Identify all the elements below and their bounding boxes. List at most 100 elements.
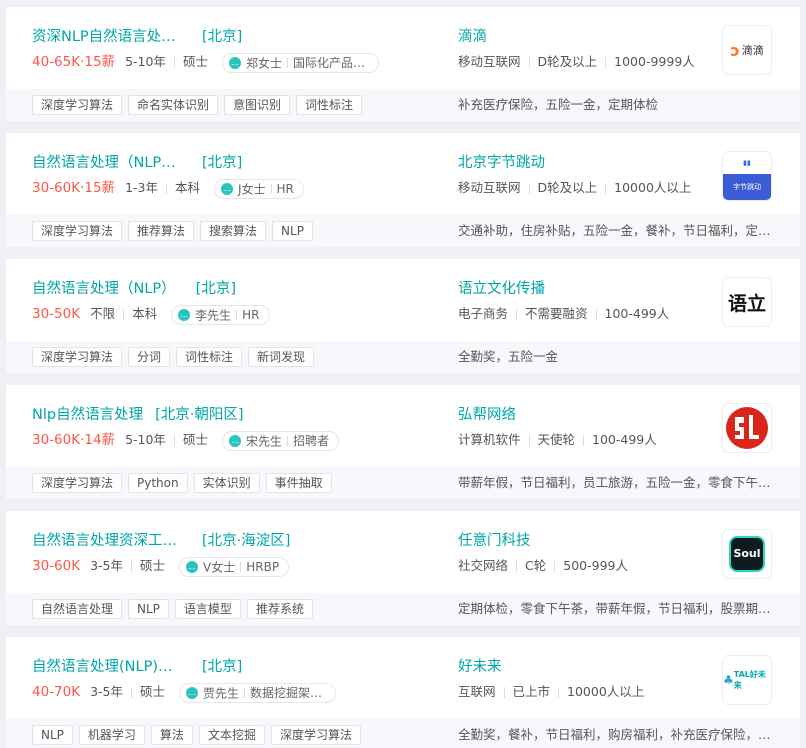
divider <box>123 309 125 320</box>
skill-tag: 机器学习 <box>78 725 145 745</box>
divider <box>236 310 238 320</box>
company-name[interactable]: 弘帮网络 <box>458 405 516 425</box>
company-name[interactable]: 好未来 <box>458 657 502 677</box>
skill-tag: 分词 <box>128 347 171 367</box>
recruiter-role: HR <box>242 308 260 322</box>
card-footer: 深度学习算法 命名实体识别 意图识别 词性标注 补充医疗保险，五险一金，定期体检 <box>6 89 800 121</box>
divider <box>605 57 607 68</box>
divider <box>605 183 607 194</box>
job-info: 30-60K·15薪 1-3年 本科 … J女士 HR <box>32 177 304 199</box>
job-title-row[interactable]: 资深NLP自然语言处理工程师 [北京] <box>32 27 242 47</box>
company-size: 100-499人 <box>604 306 670 321</box>
welfare-text: 补充医疗保险，五险一金，定期体检 <box>458 97 659 112</box>
skill-tag: 深度学习算法 <box>32 95 123 115</box>
salary: 30-60K·15薪 <box>32 180 116 196</box>
skill-tag: 自然语言处理 <box>32 599 123 619</box>
recruiter-chip[interactable]: … 宋先生 招聘者 <box>221 430 339 451</box>
recruiter-role: HR <box>276 182 294 196</box>
skill-tag: Python <box>128 473 188 493</box>
divider <box>528 435 530 446</box>
divider <box>240 562 242 572</box>
divider <box>583 435 585 446</box>
recruiter-name: 宋先生 <box>245 434 282 448</box>
job-title[interactable]: 自然语言处理（NLP）算法工程师 <box>32 153 182 173</box>
job-location: [北京·海淀区] <box>202 533 291 549</box>
chat-icon: … <box>228 435 241 447</box>
experience: 5-10年 <box>125 54 166 69</box>
tag-list: 自然语言处理 NLP 语言模型 推荐系统 <box>32 599 319 619</box>
recruiter-chip[interactable]: … 贾先生 数据挖掘架构师 <box>179 682 337 703</box>
salary: 30-60K·14薪 <box>32 432 116 448</box>
experience: 1-3年 <box>125 180 158 195</box>
job-title-row[interactable]: 自然语言处理资深工程师 [北京·海淀区] <box>32 531 290 551</box>
job-title[interactable]: 资深NLP自然语言处理工程师 <box>32 27 182 47</box>
job-title-row[interactable]: 自然语言处理(NLP)工程师 [北京] <box>32 657 242 677</box>
divider <box>554 561 556 572</box>
divider <box>503 687 505 698</box>
divider <box>558 687 560 698</box>
logo-text: 滴滴 <box>741 44 764 57</box>
degree: 硕士 <box>182 54 208 69</box>
skill-tag: 命名实体识别 <box>128 95 219 115</box>
company-name[interactable]: 滴滴 <box>458 27 487 47</box>
didi-logo[interactable]: ↄ 滴滴 <box>722 25 772 75</box>
company-stage: D轮及以上 <box>537 180 598 195</box>
yuli-logo[interactable]: 语立 <box>722 277 772 327</box>
divider <box>173 57 175 68</box>
card-footer: 深度学习算法 分词 词性标注 新词发现 全勤奖，五险一金 <box>6 341 800 373</box>
company-industry: 计算机软件 <box>458 432 521 447</box>
recruiter-chip[interactable]: … J女士 HR <box>213 178 304 199</box>
job-title-row[interactable]: 自然语言处理（NLP）算法工程师 [北京] <box>32 153 242 173</box>
salary: 30-50K <box>32 306 81 322</box>
skill-tag: 实体识别 <box>193 473 260 493</box>
chat-icon: … <box>220 183 233 195</box>
job-card[interactable]: 资深NLP自然语言处理工程师 [北京] 40-65K·15薪 5-10年 硕士 … 郑女… <box>6 7 800 121</box>
soul-logo[interactable]: Soul <box>722 529 772 579</box>
job-card[interactable]: 自然语言处理（NLP） [北京] 30-50K 不限 本科 … 李先生 HR 语立文化传播… <box>6 259 800 373</box>
company-size: 500-999人 <box>563 558 628 573</box>
divider <box>244 688 246 698</box>
bytedance-logo[interactable]: ▮▮ 字节跳动 <box>722 151 772 201</box>
degree: 本科 <box>174 180 200 195</box>
company-info: 互联网 已上市 10000人以上 <box>458 681 644 703</box>
company-name[interactable]: 北京字节跳动 <box>458 153 545 173</box>
job-card[interactable]: 自然语言处理(NLP)工程师 [北京] 40-70K 3-5年 硕士 … 贾先生数据挖掘… <box>6 637 800 748</box>
logo-text: Soul <box>729 536 765 572</box>
job-location: [北京] <box>195 281 236 297</box>
company-info: 电子商务 不需要融资 100-499人 <box>458 303 669 325</box>
recruiter-name: 李先生 <box>195 308 232 322</box>
company-name[interactable]: 语立文化传播 <box>458 279 545 299</box>
company-name[interactable]: 任意门科技 <box>458 531 531 551</box>
company-info: 移动互联网 D轮及以上 1000-9999人 <box>458 51 695 73</box>
job-card[interactable]: 自然语言处理资深工程师 [北京·海淀区] 30-60K 3-5年 硕士 … V女士 HRB… <box>6 511 800 625</box>
hongbang-logo[interactable] <box>722 403 772 453</box>
company-stage: 天使轮 <box>537 432 576 447</box>
job-card[interactable]: Nlp自然语言处理 [北京·朝阳区] 30-60K·14薪 5-10年 硕士 … 宋先生… <box>6 385 800 499</box>
divider <box>595 309 597 320</box>
recruiter-chip[interactable]: … 郑女士 国际化产品经理 <box>221 52 379 73</box>
job-title-row[interactable]: Nlp自然语言处理 [北京·朝阳区] <box>32 405 244 425</box>
chat-icon: … <box>178 309 191 321</box>
job-title-row[interactable]: 自然语言处理（NLP） [北京] <box>32 279 236 299</box>
card-footer: 深度学习算法 推荐算法 搜索算法 NLP 交通补助，住房补贴，五险一金，餐补，节日福利… <box>6 215 800 247</box>
job-title[interactable]: Nlp自然语言处理 <box>32 405 143 425</box>
skill-tag: NLP <box>128 599 169 619</box>
job-title[interactable]: 自然语言处理(NLP)工程师 <box>32 657 182 677</box>
job-title[interactable]: 自然语言处理（NLP） <box>32 279 176 299</box>
welfare-text: 全勤奖，五险一金 <box>458 349 559 364</box>
company-industry: 社交网络 <box>458 558 509 573</box>
recruiter-name: 贾先生 <box>203 686 240 700</box>
divider <box>165 183 167 194</box>
divider <box>131 687 133 698</box>
skill-tag: 语言模型 <box>174 599 241 619</box>
recruiter-chip[interactable]: … V女士 HRBP <box>179 556 290 577</box>
degree: 硕士 <box>140 684 166 699</box>
recruiter-role: HRBP <box>246 560 280 574</box>
skill-tag: 意图识别 <box>224 95 291 115</box>
job-title[interactable]: 自然语言处理资深工程师 <box>32 531 182 551</box>
skill-tag: 词性标注 <box>176 347 243 367</box>
welfare-text: 带薪年假，节日福利，员工旅游，五险一金，零食下午茶，定期体检 <box>458 475 776 490</box>
tal-logo[interactable]: ♣ TAL好未来 <box>722 655 772 705</box>
job-card[interactable]: 自然语言处理（NLP）算法工程师 [北京] 30-60K·15薪 1-3年 本科 … J… <box>6 133 800 247</box>
recruiter-chip[interactable]: … 李先生 HR <box>171 304 270 325</box>
